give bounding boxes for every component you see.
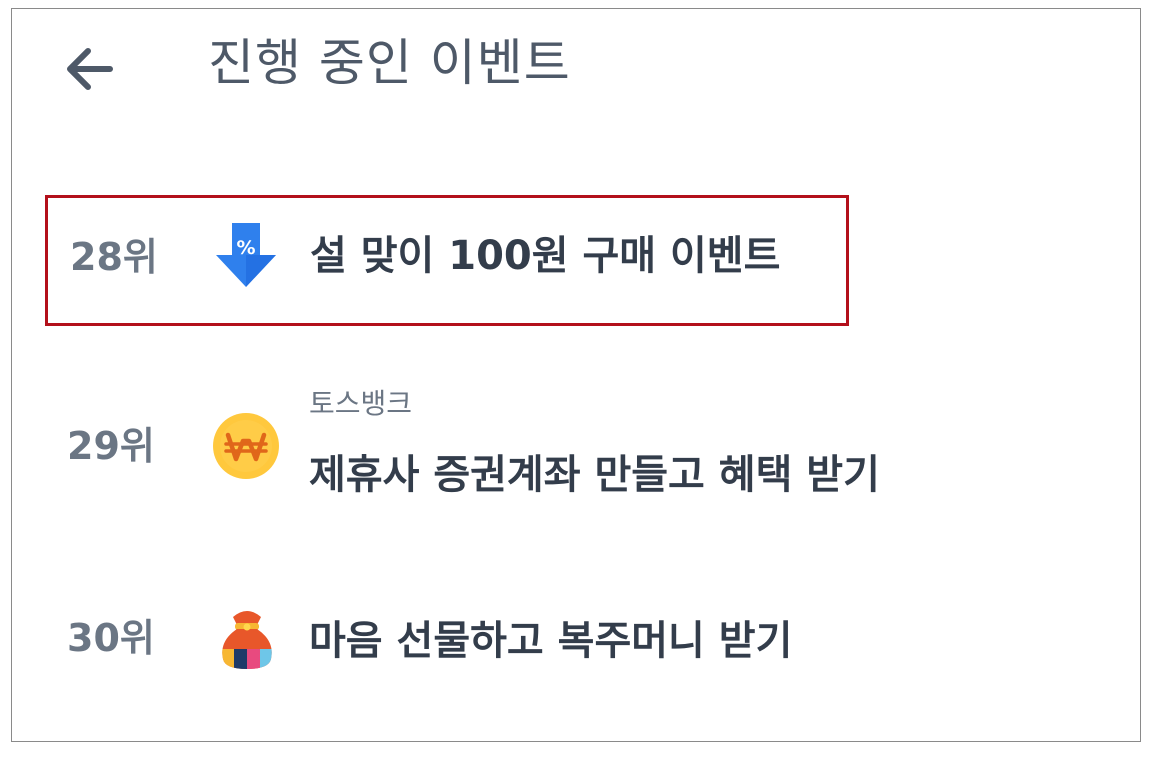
app-window: 진행 중인 이벤트 28위 % 설 맞이 100원 구매 이벤트 29위 토스뱅…: [11, 8, 1141, 742]
svg-text:%: %: [236, 237, 255, 259]
event-item-30[interactable]: 30위 마음 선물하고 복주머니 받기: [45, 585, 849, 705]
won-coin-icon: [210, 410, 282, 482]
event-item-29[interactable]: 29위 토스뱅크 제휴사 증권계좌 만들고 혜택 받기: [45, 381, 880, 521]
event-list: 28위 % 설 맞이 100원 구매 이벤트 29위 토스뱅크 제휴사 증권계좌…: [12, 9, 1140, 741]
event-rank: 30위: [67, 616, 155, 660]
event-title: 설 맞이 100원 구매 이벤트: [310, 233, 781, 279]
event-rank: 28위: [70, 235, 158, 279]
event-rank: 29위: [67, 424, 155, 468]
event-title: 제휴사 증권계좌 만들고 혜택 받기: [309, 452, 880, 498]
event-title: 마음 선물하고 복주머니 받기: [309, 618, 793, 664]
event-sponsor: 토스뱅크: [309, 387, 413, 420]
event-item-28[interactable]: 28위 % 설 맞이 100원 구매 이벤트: [45, 195, 849, 326]
lucky-pouch-icon: [211, 601, 283, 673]
discount-arrow-icon: %: [210, 219, 282, 291]
